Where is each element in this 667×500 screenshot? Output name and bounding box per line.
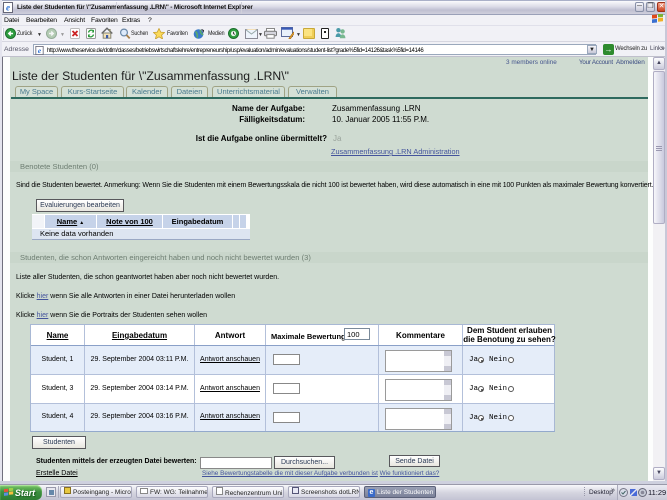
svg-text:e: e [6,3,10,13]
